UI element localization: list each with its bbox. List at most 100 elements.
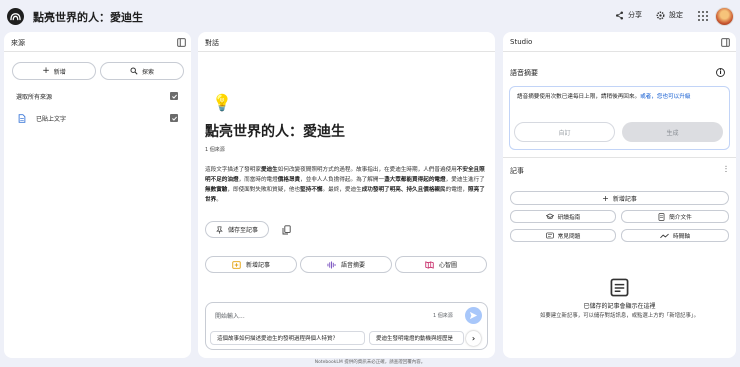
settings-button[interactable]: 設定 xyxy=(656,10,683,20)
study-guide-label: 研讀指南 xyxy=(557,215,581,221)
discover-button[interactable]: 探索 xyxy=(100,62,184,80)
add-note-action-label: 新增記事 xyxy=(245,262,270,269)
avatar[interactable] xyxy=(715,7,734,26)
notes-placeholder-icon xyxy=(610,278,629,297)
source-item[interactable]: 已貼上文字 xyxy=(18,114,66,123)
studio-title: Studio xyxy=(510,38,533,46)
settings-label: 設定 xyxy=(669,11,683,19)
mindmap-icon xyxy=(425,260,434,269)
disclaimer-footer: NotebookLM 提供的資訊未必正確，請查證回覆內容。 xyxy=(314,360,426,365)
audio-notice-text: 語音摘要使用次數已達每日上限，請稍後再回來。 xyxy=(517,94,641,100)
gear-icon xyxy=(656,11,665,19)
divider xyxy=(4,51,191,52)
share-icon xyxy=(615,11,624,19)
notebook-summary: 這段文字描述了發明家愛迪生如何改變夜間照明方式的過程。故事指出，在愛迪生時期，人… xyxy=(205,165,487,205)
sources-title: 來源 xyxy=(11,39,25,47)
notes-title: 記事 xyxy=(510,167,524,175)
add-source-label: 新增 xyxy=(53,68,66,76)
chat-title: 對話 xyxy=(205,39,219,47)
summary-segment: 堅持不懈 xyxy=(300,187,323,193)
select-all-checkbox[interactable] xyxy=(170,92,178,100)
customize-button[interactable]: 自訂 xyxy=(514,122,615,142)
input-source-count: 1 個來源 xyxy=(433,313,453,319)
summary-segment: 。 xyxy=(216,197,222,203)
collapse-panel-icon[interactable] xyxy=(721,38,730,47)
summary-segment: 成功發明了明亮、持久且價格親民 xyxy=(361,187,446,193)
discover-label: 探索 xyxy=(141,68,154,76)
summary-segment: ，並非人人負擔得起。為了解開一 xyxy=(300,177,385,183)
audio-wave-icon xyxy=(327,260,336,269)
audio-overview-action-label: 語音摘要 xyxy=(340,262,365,269)
save-note-label: 儲存至記事 xyxy=(227,227,258,234)
app-header: 點亮世界的人：愛迪生 分享 設定 xyxy=(0,0,740,32)
summary-segment: 的電燈， xyxy=(445,187,468,193)
notebook-title[interactable]: 點亮世界的人：愛迪生 xyxy=(33,9,143,25)
chat-input[interactable]: 開始輸入... xyxy=(215,311,245,320)
source-checkbox[interactable] xyxy=(170,114,178,122)
add-note-action[interactable]: 新增記事 xyxy=(205,256,297,273)
copy-icon[interactable] xyxy=(282,225,291,235)
notebooklm-logo[interactable] xyxy=(7,8,24,25)
send-button[interactable] xyxy=(465,307,482,324)
briefing-doc-button[interactable]: 簡介文件 xyxy=(621,210,729,223)
add-source-button[interactable]: + 新增 xyxy=(12,62,96,80)
apps-grid-icon[interactable] xyxy=(698,11,708,21)
chevron-right-icon[interactable]: › xyxy=(466,331,481,346)
suggestion-chip[interactable]: 這個故事如何描述愛迪生的發明過程與個人特質？ xyxy=(210,331,365,345)
study-guide-button[interactable]: 研讀指南 xyxy=(510,210,616,223)
summary-segment: 盞大眾都能買得起的電燈 xyxy=(384,177,446,183)
summary-segment: ，即使面對失敗和質疑，他也 xyxy=(227,187,301,193)
summary-segment: 價格昂貴 xyxy=(277,177,301,183)
generate-button[interactable]: 生成 xyxy=(622,122,723,142)
mindmap-action-label: 心智圖 xyxy=(438,262,457,269)
audio-notice: 語音摘要使用次數已達每日上限，請稍後再回來。或者，您也可以升級 xyxy=(517,93,717,102)
plus-icon: + xyxy=(602,193,609,203)
summary-segment: ，而當時的電燈 xyxy=(238,177,278,183)
divider xyxy=(198,51,495,52)
check-icon xyxy=(171,94,177,99)
summary-segment: 如何改變夜間照明方式的過程。故事指出，在愛迪生時期，人們普遍使用 xyxy=(277,167,457,173)
share-label: 分享 xyxy=(628,11,642,19)
briefing-doc-label: 簡介文件 xyxy=(669,215,692,221)
source-item-label: 已貼上文字 xyxy=(36,116,67,123)
info-icon[interactable]: i xyxy=(716,68,725,77)
study-guide-icon xyxy=(545,213,554,220)
sources-panel: 來源 + 新增 探索 選取所有來源 已貼上文字 xyxy=(4,32,191,358)
plus-icon: + xyxy=(42,66,50,76)
summary-segment: 愛迪生 xyxy=(260,167,278,173)
more-vert-icon[interactable]: ··· xyxy=(721,165,730,173)
timeline-button[interactable]: 時間軸 xyxy=(621,229,729,242)
lightbulb-emoji: 💡 xyxy=(212,93,232,112)
check-icon xyxy=(171,116,177,121)
upgrade-link[interactable]: 或者，您也可以升級 xyxy=(640,94,690,100)
timeline-icon xyxy=(660,233,669,238)
divider xyxy=(503,157,736,158)
divider xyxy=(503,51,736,52)
notebook-heading: 點亮世界的人：愛迪生 xyxy=(205,124,345,140)
add-note-label: 新增記事 xyxy=(612,195,637,203)
pin-icon xyxy=(216,225,223,234)
notes-empty-desc: 如要建立新記事，可以儲存對話訊息，或點選上方的「新增記事」。 xyxy=(539,313,700,319)
faq-icon xyxy=(545,232,554,239)
studio-panel: Studio 語音摘要 i 語音摘要使用次數已達每日上限，請稍後再回來。或者，您… xyxy=(503,32,736,358)
notes-empty-title: 已儲存的記事會顯示在這裡 xyxy=(583,303,656,310)
suggestion-chip[interactable]: 愛迪生發明電燈的動機與經歷是 xyxy=(369,331,464,345)
add-note-button[interactable]: + 新增記事 xyxy=(510,191,729,205)
audio-overview-action[interactable]: 語音摘要 xyxy=(300,256,392,273)
collapse-panel-icon[interactable] xyxy=(177,38,186,47)
briefing-doc-icon xyxy=(658,212,665,221)
save-to-note-button[interactable]: 儲存至記事 xyxy=(205,221,269,238)
share-button[interactable]: 分享 xyxy=(615,10,642,20)
faq-label: 常見問題 xyxy=(557,234,581,240)
notebook-logo-icon xyxy=(10,13,21,21)
faq-button[interactable]: 常見問題 xyxy=(510,229,616,242)
summary-segment: 。最終，愛迪生 xyxy=(322,187,362,193)
mindmap-action[interactable]: 心智圖 xyxy=(395,256,487,273)
send-icon xyxy=(469,311,478,320)
audio-overview-title: 語音摘要 xyxy=(510,69,538,77)
summary-segment: 無數實驗 xyxy=(205,187,228,193)
note-add-icon xyxy=(232,260,241,269)
source-count: 1 個來源 xyxy=(205,147,225,153)
search-icon xyxy=(130,67,138,75)
select-all-label: 選取所有來源 xyxy=(16,94,53,101)
